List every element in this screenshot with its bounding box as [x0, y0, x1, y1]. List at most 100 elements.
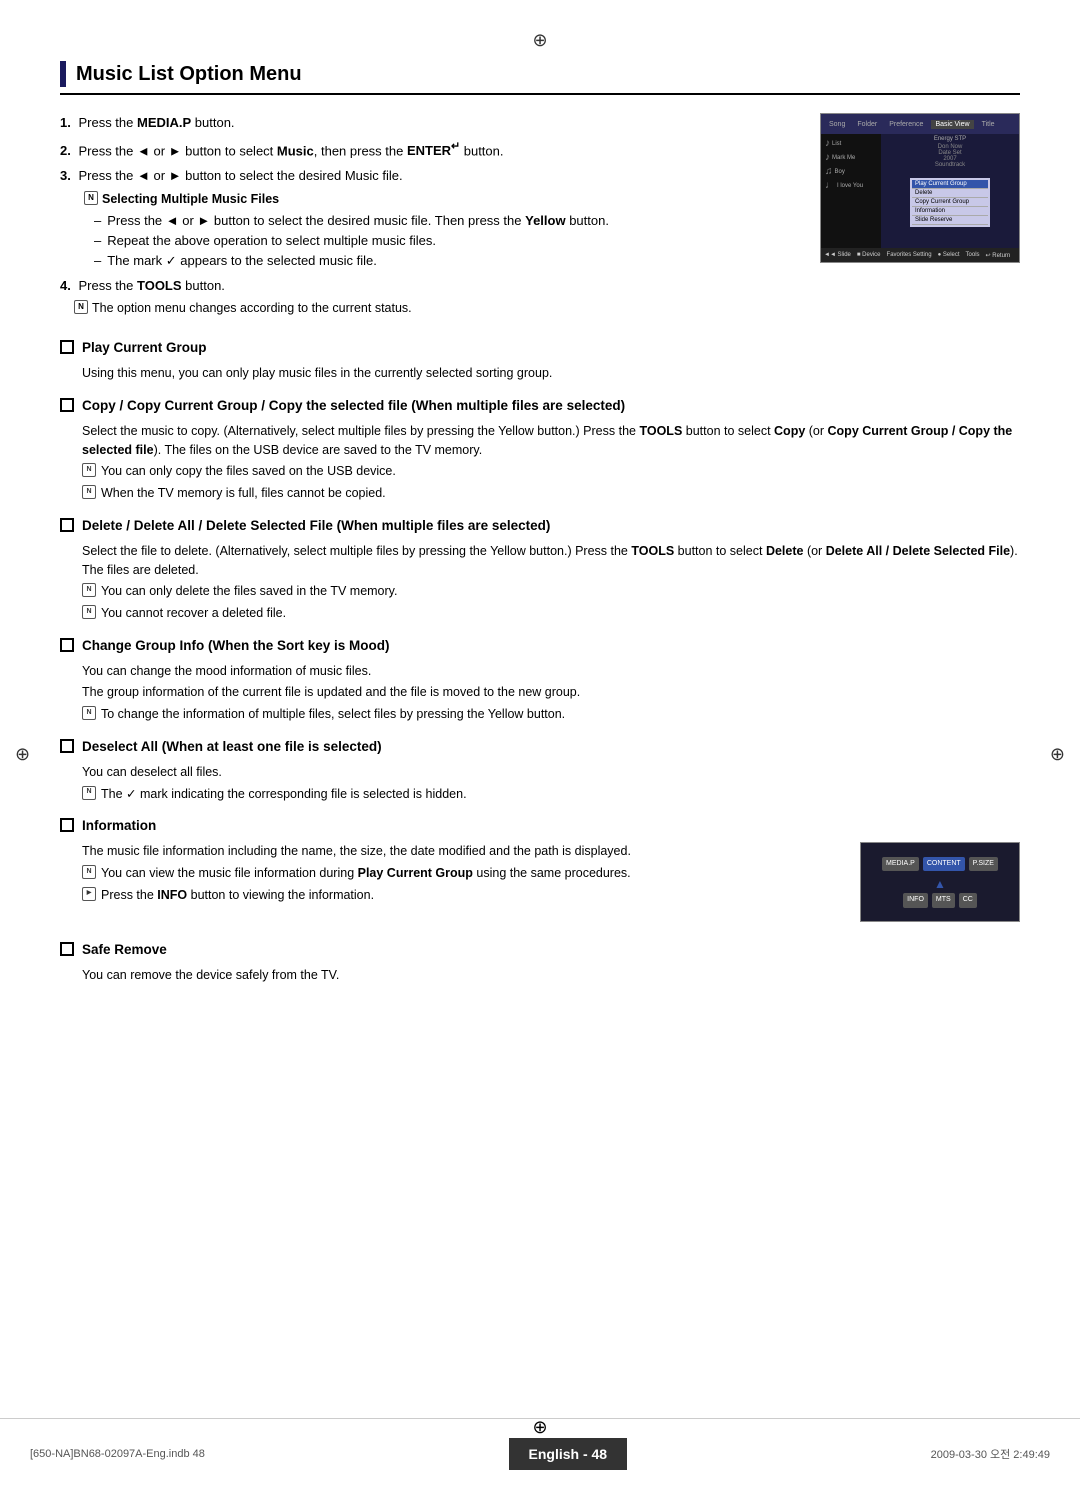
- sc-tab-folder: Folder: [853, 120, 881, 129]
- subsection-safe-remove: Safe Remove You can remove the device sa…: [60, 941, 1020, 985]
- info-sc-btn-psize: P.SIZE: [969, 857, 998, 872]
- bottom-compass-icon: ⊕: [532, 1417, 547, 1438]
- section-title-bar: [60, 61, 66, 87]
- subsection-copy: Copy / Copy Current Group / Copy the sel…: [60, 397, 1020, 503]
- sc-menu-info: Information: [912, 207, 988, 216]
- subsection-body-change-group: You can change the mood information of m…: [82, 662, 1020, 724]
- sc-btn-select: ● Select: [938, 252, 960, 258]
- subsection-title-info: Information: [82, 817, 156, 836]
- sc-btn-fav: Favorites Setting: [887, 252, 932, 258]
- sc-menu-play: Play Current Group: [912, 180, 988, 189]
- note-icon-deselect-1: N: [82, 786, 96, 800]
- sc-note-icon-1: ♪: [825, 138, 830, 149]
- info-sc-inner: MEDIA.P CONTENT P.SIZE ▲ INFO MTS CC: [861, 843, 1019, 921]
- subsection-header-deselect: Deselect All (When at least one file is …: [60, 738, 1020, 757]
- note-icon-change-group-1: N: [82, 706, 96, 720]
- bullet-3: – The mark ✓ appears to the selected mus…: [94, 252, 800, 270]
- subsection-header-change-group: Change Group Info (When the Sort key is …: [60, 637, 1020, 656]
- sc-left-panel: ♪ List ♪ Mark Me ♫ Boy: [821, 134, 881, 248]
- info-screenshot: MEDIA.P CONTENT P.SIZE ▲ INFO MTS CC: [860, 842, 1020, 922]
- subsection-header-delete: Delete / Delete All / Delete Selected Fi…: [60, 517, 1020, 536]
- checkbox-delete: [60, 518, 74, 532]
- footer-page-number: English - 48: [509, 1438, 628, 1470]
- subsection-deselect-all: Deselect All (When at least one file is …: [60, 738, 1020, 803]
- checkbox-copy: [60, 398, 74, 412]
- footer-right-text: 2009-03-30 오전 2:49:49: [931, 1446, 1050, 1462]
- delete-note-2: N You cannot recover a deleted file.: [82, 604, 1020, 623]
- subsection-title-delete: Delete / Delete All / Delete Selected Fi…: [82, 517, 550, 536]
- note-icon-info-2: ▶: [82, 887, 96, 901]
- sc-tab-title: Title: [978, 120, 999, 129]
- subsection-delete: Delete / Delete All / Delete Selected Fi…: [60, 517, 1020, 623]
- right-border-compass: ⊕: [1050, 744, 1065, 765]
- subsection-header-safe-remove: Safe Remove: [60, 941, 1020, 960]
- music-list-screenshot: Song Folder Preference Basic View Title …: [820, 113, 1020, 263]
- sc-music-2: ♪ Mark Me: [825, 152, 877, 163]
- info-sc-btn-cc: CC: [959, 893, 977, 908]
- subsection-header-play: Play Current Group: [60, 339, 1020, 358]
- info-sc-arrow-icon: ▲: [934, 875, 946, 893]
- sc-music-4: ♩ I love You: [825, 180, 877, 191]
- subsection-header-copy: Copy / Copy Current Group / Copy the sel…: [60, 397, 1020, 416]
- sc-menu-slide: Slide Reserve: [912, 216, 988, 225]
- info-sc-buttons: MEDIA.P CONTENT P.SIZE: [882, 857, 998, 872]
- checkbox-safe-remove: [60, 942, 74, 956]
- subsection-body-info: MEDIA.P CONTENT P.SIZE ▲ INFO MTS CC The…: [82, 842, 1020, 904]
- change-group-note-1: N To change the information of multiple …: [82, 705, 1020, 724]
- deselect-note-1: N The ✓ mark indicating the correspondin…: [82, 785, 1020, 804]
- subsection-body-delete: Select the file to delete. (Alternativel…: [82, 542, 1020, 623]
- sc-topbar: Song Folder Preference Basic View Title: [821, 114, 1019, 134]
- subsection-body-play: Using this menu, you can only play music…: [82, 364, 1020, 383]
- sc-note-icon-4: ♩: [825, 180, 835, 191]
- info-sc-btn-content: CONTENT: [923, 857, 965, 872]
- sc-note-icon-2: ♪: [825, 152, 830, 163]
- info-sc-btn-mts: MTS: [932, 893, 955, 908]
- subsection-title-change-group: Change Group Info (When the Sort key is …: [82, 637, 390, 656]
- subsection-title-copy: Copy / Copy Current Group / Copy the sel…: [82, 397, 625, 416]
- step-2: 2. Press the ◄ or ► button to select Mus…: [60, 139, 800, 161]
- section-title-text: Music List Option Menu: [76, 63, 302, 86]
- subsection-information: Information MEDIA.P CONTENT P.SIZE ▲ INF…: [60, 817, 1020, 927]
- note-icon-1: [84, 191, 98, 205]
- subsection-title-deselect: Deselect All (When at least one file is …: [82, 738, 382, 757]
- top-screenshot: Song Folder Preference Basic View Title …: [820, 113, 1020, 323]
- sc-tab-song: Song: [825, 120, 849, 129]
- page-wrapper: ⊕ Music List Option Menu 1. Press the ME…: [0, 0, 1080, 1488]
- note-icon-info-1: N: [82, 865, 96, 879]
- info-sc-buttons2: INFO MTS CC: [903, 893, 977, 908]
- sub-note-heading: Selecting Multiple Music Files: [84, 190, 800, 209]
- subsection-change-group: Change Group Info (When the Sort key is …: [60, 637, 1020, 724]
- info-sc-btn-info: INFO: [903, 893, 928, 908]
- sc-file-info: Don NowDate Set2007Soundtrack: [883, 144, 1017, 168]
- sc-menu-box: Play Current Group Delete Copy Current G…: [910, 178, 990, 227]
- step3-note-block: Selecting Multiple Music Files – Press t…: [84, 190, 800, 270]
- checkbox-change-group: [60, 638, 74, 652]
- page-footer: [650-NA]BN68-02097A-Eng.indb 48 ⊕ Englis…: [0, 1418, 1080, 1488]
- checkbox-info: [60, 818, 74, 832]
- info-note-1: N You can view the music file informatio…: [82, 864, 850, 883]
- numbered-list: 1. Press the MEDIA.P button. 2. Press th…: [60, 113, 800, 317]
- bullet-1: – Press the ◄ or ► button to select the …: [94, 212, 800, 230]
- sc-menu-copy: Copy Current Group: [912, 198, 988, 207]
- subsection-play-current-group: Play Current Group Using this menu, you …: [60, 339, 1020, 383]
- note-icon-copy-1: N: [82, 463, 96, 477]
- step-1: 1. Press the MEDIA.P button.: [60, 113, 800, 133]
- subsection-body-safe-remove: You can remove the device safely from th…: [82, 966, 1020, 985]
- sc-note-icon-3: ♫: [825, 166, 833, 177]
- footer-left-text: [650-NA]BN68-02097A-Eng.indb 48: [30, 1448, 205, 1460]
- info-sc-btn-mediap: MEDIA.P: [882, 857, 919, 872]
- screenshot-inner: Song Folder Preference Basic View Title …: [821, 114, 1019, 262]
- sc-tab-basicview: Basic View: [931, 120, 973, 129]
- subsection-title-play: Play Current Group: [82, 339, 207, 358]
- sc-music-1: ♪ List: [825, 138, 877, 149]
- sc-btn-device: ■ Device: [857, 252, 881, 258]
- sc-energy-info: Energy STP: [883, 136, 1017, 142]
- left-border-compass: ⊕: [15, 744, 30, 765]
- steps-list: 1. Press the MEDIA.P button. 2. Press th…: [60, 113, 800, 323]
- delete-note-1: N You can only delete the files saved in…: [82, 582, 1020, 601]
- bullet-2: – Repeat the above operation to select m…: [94, 232, 800, 250]
- sc-tab-preference: Preference: [885, 120, 927, 129]
- sc-music-3: ♫ Boy: [825, 166, 877, 177]
- note-icon-copy-2: N: [82, 485, 96, 499]
- step-4: 4. Press the TOOLS button. The option me…: [60, 276, 800, 317]
